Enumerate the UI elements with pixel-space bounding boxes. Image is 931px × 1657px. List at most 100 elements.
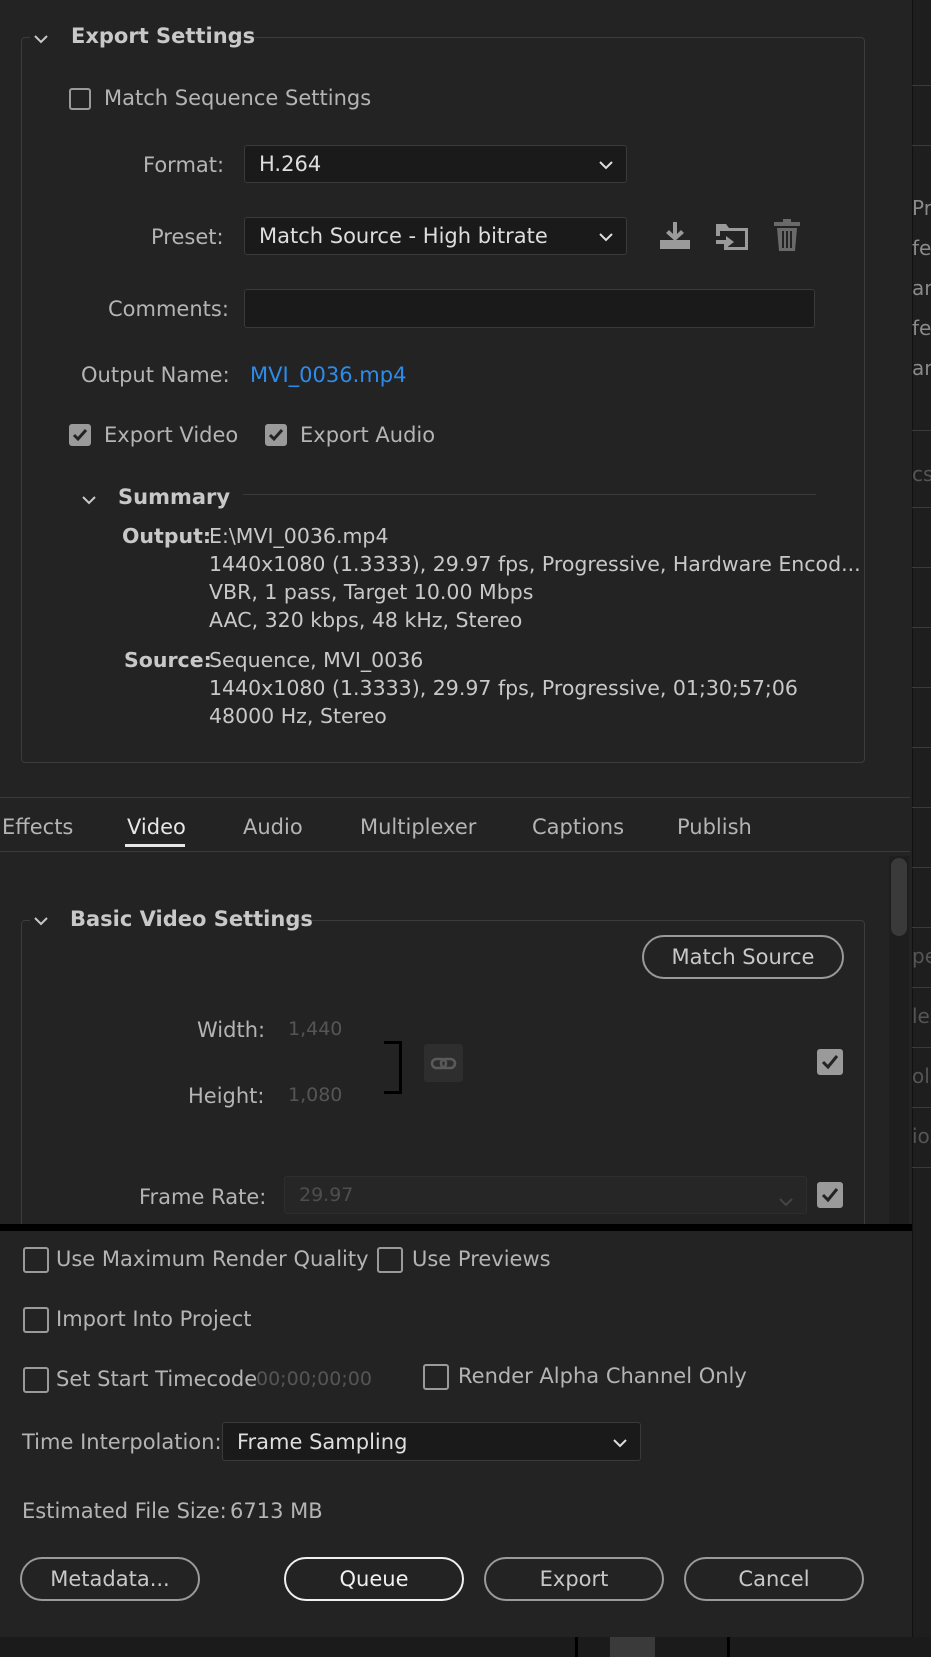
preset-dropdown[interactable]: Match Source - High bitrate xyxy=(244,217,627,255)
tab-video[interactable]: Video xyxy=(127,815,186,839)
cancel-button-label: Cancel xyxy=(738,1567,810,1591)
preset-value: Match Source - High bitrate xyxy=(259,224,548,248)
right-strip-text: ols xyxy=(912,1064,931,1088)
tab-publish[interactable]: Publish xyxy=(677,815,752,839)
start-timecode-value[interactable]: 00;00;00;00 xyxy=(256,1368,372,1390)
render-alpha-checkbox[interactable] xyxy=(423,1364,449,1390)
frame-rate-checkbox[interactable] xyxy=(817,1182,843,1208)
chevron-down-icon xyxy=(598,152,614,176)
time-interpolation-dropdown[interactable]: Frame Sampling xyxy=(222,1422,641,1461)
match-sequence-checkbox[interactable] xyxy=(69,88,91,110)
summary-output-line: E:\MVI_0036.mp4 xyxy=(209,524,389,548)
export-video-checkbox[interactable] xyxy=(69,424,91,446)
summary-source-line: 1440x1080 (1.3333), 29.97 fps, Progressi… xyxy=(209,676,798,700)
divider xyxy=(912,927,931,928)
panel-separator xyxy=(0,1224,912,1231)
divider xyxy=(912,867,931,868)
use-previews-checkbox[interactable] xyxy=(377,1247,403,1273)
import-into-project-checkbox[interactable] xyxy=(23,1307,49,1333)
aspect-bracket xyxy=(384,1041,402,1094)
right-strip-text: an xyxy=(912,356,931,380)
time-interpolation-label: Time Interpolation: xyxy=(22,1430,222,1454)
chevron-down-icon xyxy=(778,1189,794,1213)
export-audio-label: Export Audio xyxy=(300,423,436,447)
link-icon xyxy=(430,1057,457,1070)
export-settings-title: Export Settings xyxy=(71,24,256,48)
divider xyxy=(243,494,816,495)
comments-input[interactable] xyxy=(244,289,815,328)
divider xyxy=(912,747,931,748)
estimated-file-size-label: Estimated File Size: xyxy=(22,1499,227,1523)
background-panel-bottom xyxy=(0,1637,931,1657)
scrollbar-thumb[interactable] xyxy=(891,858,907,936)
tab-captions[interactable]: Captions xyxy=(532,815,624,839)
max-render-quality-checkbox[interactable] xyxy=(23,1247,49,1273)
metadata-button-label: Metadata... xyxy=(50,1567,170,1591)
divider xyxy=(912,987,931,988)
import-preset-icon[interactable] xyxy=(714,218,750,257)
output-name-link[interactable]: MVI_0036.mp4 xyxy=(250,363,406,387)
divider xyxy=(912,807,931,808)
height-label: Height: xyxy=(188,1084,265,1108)
match-source-label: Match Source xyxy=(671,945,815,969)
use-previews-label: Use Previews xyxy=(412,1247,551,1271)
tab-audio[interactable]: Audio xyxy=(243,815,303,839)
constrain-proportions-button[interactable] xyxy=(424,1044,463,1082)
match-source-button[interactable]: Match Source xyxy=(642,935,844,979)
summary-title: Summary xyxy=(118,485,231,509)
format-value: H.264 xyxy=(259,152,322,176)
summary-source-line: 48000 Hz, Stereo xyxy=(209,704,387,728)
summary-output-line: 1440x1080 (1.3333), 29.97 fps, Progressi… xyxy=(209,552,861,576)
width-label: Width: xyxy=(197,1018,266,1042)
summary-output-label: Output: xyxy=(122,524,212,548)
basic-video-title: Basic Video Settings xyxy=(70,907,313,931)
estimated-file-size-value: 6713 MB xyxy=(230,1499,323,1523)
render-alpha-label: Render Alpha Channel Only xyxy=(458,1364,747,1388)
comments-label: Comments: xyxy=(108,297,229,321)
format-label: Format: xyxy=(143,153,225,177)
background-fragment xyxy=(610,1637,655,1657)
metadata-button[interactable]: Metadata... xyxy=(20,1557,200,1601)
tab-multiplexer[interactable]: Multiplexer xyxy=(360,815,476,839)
right-strip-text: cs xyxy=(912,462,931,486)
export-button[interactable]: Export xyxy=(484,1557,664,1601)
width-value[interactable]: 1,440 xyxy=(288,1018,342,1040)
summary-source-line: Sequence, MVI_0036 xyxy=(209,648,424,672)
summary-output-line: VBR, 1 pass, Target 10.00 Mbps xyxy=(209,580,534,604)
divider xyxy=(912,1167,931,1168)
width-height-checkbox[interactable] xyxy=(817,1049,843,1075)
import-into-project-label: Import Into Project xyxy=(56,1307,252,1331)
preset-label: Preset: xyxy=(151,225,224,249)
divider xyxy=(912,145,931,146)
set-start-timecode-checkbox[interactable] xyxy=(23,1367,49,1393)
queue-button[interactable]: Queue xyxy=(284,1557,464,1601)
export-video-label: Export Video xyxy=(104,423,239,447)
divider xyxy=(0,851,910,852)
frame-rate-dropdown[interactable]: 29.97 xyxy=(284,1176,807,1214)
right-strip-text: le xyxy=(912,1004,930,1028)
queue-button-label: Queue xyxy=(339,1567,409,1591)
tab-effects[interactable]: Effects xyxy=(2,815,73,839)
frame-rate-label: Frame Rate: xyxy=(139,1185,267,1209)
time-interpolation-value: Frame Sampling xyxy=(237,1429,408,1454)
right-strip-text: io xyxy=(912,1124,930,1148)
delete-preset-icon[interactable] xyxy=(770,218,804,257)
format-dropdown[interactable]: H.264 xyxy=(244,145,627,183)
right-strip-text: pe xyxy=(912,944,931,968)
cancel-button[interactable]: Cancel xyxy=(684,1557,864,1601)
save-preset-icon[interactable] xyxy=(657,218,693,257)
max-render-quality-label: Use Maximum Render Quality xyxy=(56,1247,369,1271)
summary-source-label: Source: xyxy=(124,648,212,672)
frame-rate-value: 29.97 xyxy=(299,1184,354,1206)
divider xyxy=(912,1047,931,1048)
export-button-label: Export xyxy=(539,1567,609,1591)
set-start-timecode-label: Set Start Timecode xyxy=(56,1367,258,1391)
right-strip-text: an xyxy=(912,276,931,300)
match-sequence-label: Match Sequence Settings xyxy=(104,86,372,110)
height-value[interactable]: 1,080 xyxy=(288,1084,342,1106)
chevron-down-icon[interactable] xyxy=(81,489,97,513)
chevron-down-icon[interactable] xyxy=(33,910,49,934)
divider xyxy=(912,627,931,628)
export-audio-checkbox[interactable] xyxy=(265,424,287,446)
chevron-down-icon[interactable] xyxy=(33,28,49,52)
